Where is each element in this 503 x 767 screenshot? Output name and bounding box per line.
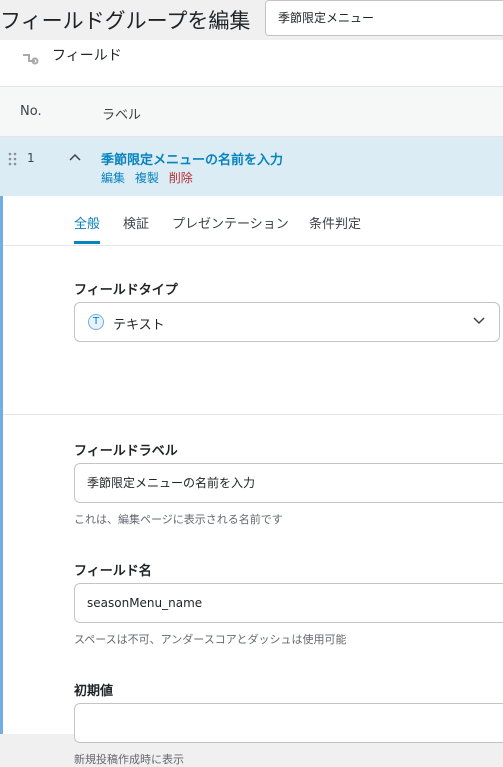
field-label-label: フィールドラベル bbox=[74, 444, 178, 459]
drag-handle-icon[interactable] bbox=[8, 152, 18, 166]
chevron-down-icon bbox=[473, 317, 485, 325]
edit-link[interactable]: 編集 bbox=[101, 171, 125, 185]
section-divider bbox=[3, 414, 503, 415]
field-name-input[interactable]: seasonMenu_name bbox=[74, 583, 503, 623]
fields-table-header: No. ラベル bbox=[0, 87, 503, 137]
field-row[interactable]: 1 季節限定メニューの名前を入力 編集 複製 削除 bbox=[0, 137, 503, 196]
delete-link[interactable]: 削除 bbox=[169, 171, 193, 185]
default-value-label: 初期値 bbox=[74, 684, 114, 699]
field-row-number: 1 bbox=[27, 151, 35, 165]
fields-icon bbox=[23, 54, 39, 65]
field-type-label: フィールドタイプ bbox=[74, 283, 178, 298]
fields-panel-header: フィールド bbox=[0, 40, 503, 87]
field-label-input[interactable]: 季節限定メニューの名前を入力 bbox=[74, 463, 503, 503]
field-name-hint: スペースは不可、アンダースコアとダッシュは使用可能 bbox=[74, 633, 347, 646]
field-group-title-input[interactable]: 季節限定メニュー bbox=[265, 0, 503, 36]
field-row-label[interactable]: 季節限定メニューの名前を入力 bbox=[101, 149, 283, 168]
tab-conditional-logic[interactable]: 条件判定 bbox=[309, 213, 361, 232]
field-name-label: フィールド名 bbox=[74, 564, 152, 579]
field-type-select[interactable]: T テキスト bbox=[74, 302, 500, 342]
settings-tabs: 全般 検証 プレゼンテーション 条件判定 bbox=[3, 196, 503, 246]
active-tab-indicator bbox=[74, 241, 100, 244]
column-header-label: ラベル bbox=[102, 108, 142, 123]
page-title: フィールドグループを編集 bbox=[0, 9, 251, 33]
default-value-hint: 新規投稿作成時に表示 bbox=[74, 753, 184, 766]
text-type-icon: T bbox=[88, 314, 104, 330]
tab-presentation[interactable]: プレゼンテーション bbox=[172, 213, 289, 232]
fields-panel-title: フィールド bbox=[52, 48, 122, 64]
fields-panel: フィールド No. ラベル 1 季節限定メニューの名前を入力 編集 複製 削除 … bbox=[0, 40, 503, 766]
field-settings-editor: 全般 検証 プレゼンテーション 条件判定 フィールドタイプ T テキスト フィー… bbox=[0, 196, 503, 766]
field-type-value: テキスト bbox=[113, 318, 165, 333]
chevron-up-icon[interactable] bbox=[69, 153, 81, 161]
top-bar: フィールドグループを編集 季節限定メニュー bbox=[0, 0, 503, 40]
field-row-actions: 編集 複製 削除 bbox=[101, 169, 199, 186]
duplicate-link[interactable]: 複製 bbox=[135, 171, 159, 185]
tab-validation[interactable]: 検証 bbox=[123, 213, 149, 232]
default-value-input[interactable] bbox=[74, 703, 503, 743]
column-header-no: No. bbox=[20, 104, 42, 119]
tab-general[interactable]: 全般 bbox=[74, 213, 100, 232]
field-label-hint: これは、編集ページに表示される名前です bbox=[74, 513, 283, 526]
